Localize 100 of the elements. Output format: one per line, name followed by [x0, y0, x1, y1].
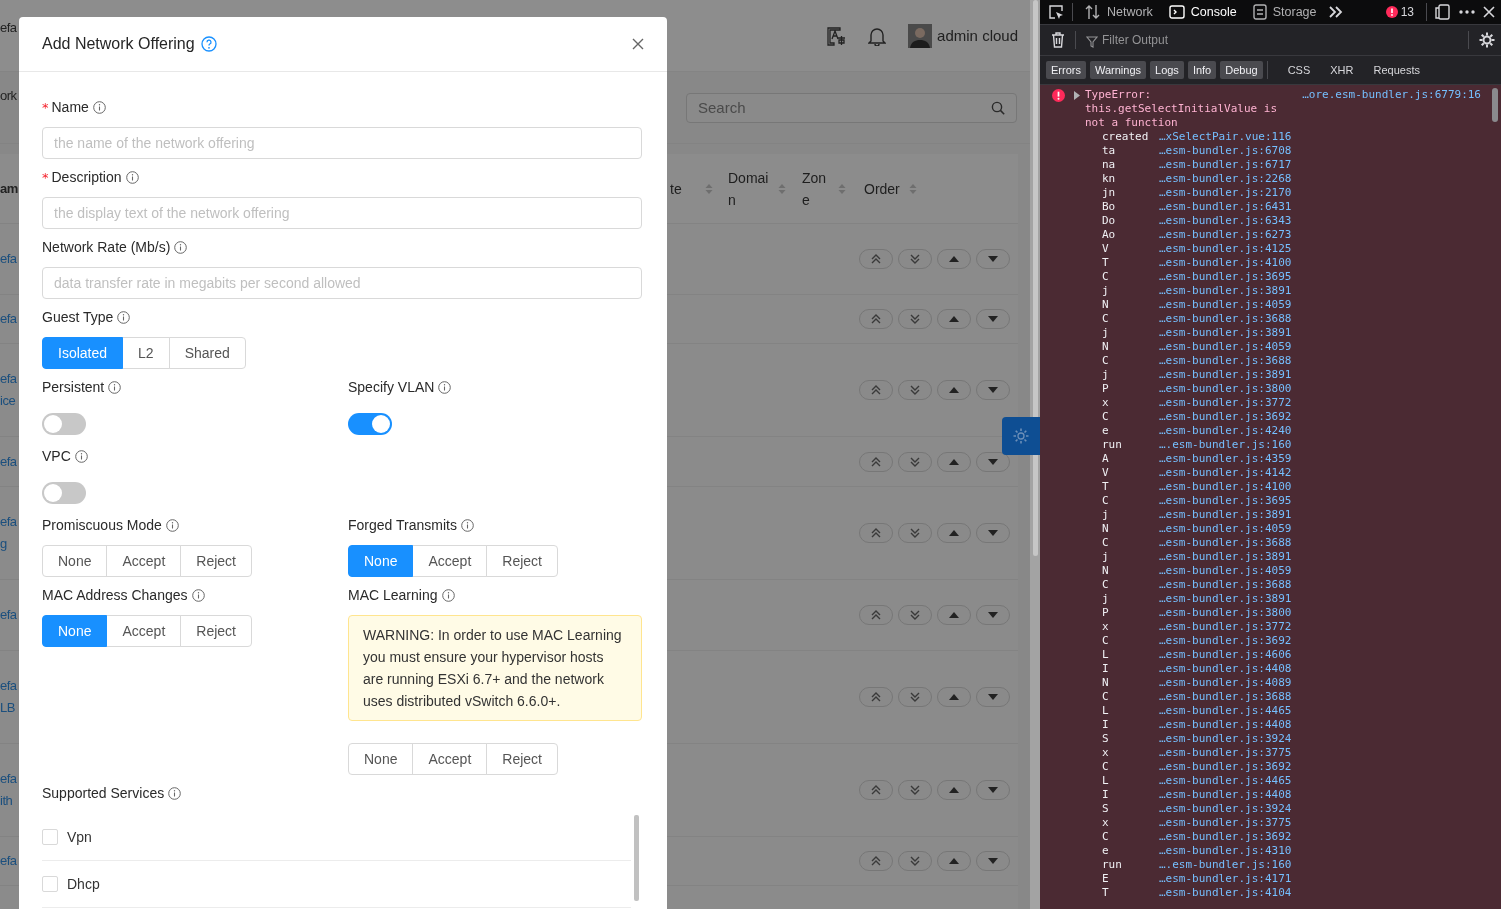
source-link[interactable]: …esm-bundler.js:4059 [1159, 564, 1292, 578]
source-link[interactable]: …esm-bundler.js:3924 [1159, 802, 1292, 816]
column-header[interactable]: Order [864, 177, 900, 200]
source-link[interactable]: …esm-bundler.js:6343 [1159, 214, 1292, 228]
scrollbar[interactable] [634, 815, 639, 901]
source-link[interactable]: …esm-bundler.js:4606 [1159, 648, 1292, 662]
move-down-button[interactable] [976, 249, 1010, 269]
scrollbar[interactable] [1033, 0, 1038, 556]
source-link[interactable]: …esm-bundler.js:6717 [1159, 158, 1292, 172]
source-link[interactable]: …esm-bundler.js:4100 [1159, 480, 1292, 494]
radio-button[interactable]: Accept [106, 615, 182, 647]
info-icon[interactable] [460, 518, 474, 532]
source-link[interactable]: …esm-bundler.js:4125 [1159, 242, 1292, 256]
radio-button[interactable]: Shared [168, 337, 246, 369]
filter-toggle[interactable]: CSS [1279, 61, 1319, 79]
expand-arrow-icon[interactable] [1074, 91, 1080, 100]
move-top-button[interactable] [859, 523, 893, 543]
error-count[interactable]: 13 [1385, 5, 1414, 19]
trash-icon[interactable] [1051, 32, 1065, 48]
move-top-button[interactable] [859, 605, 893, 625]
source-link[interactable]: ….esm-bundler.js:160 [1159, 438, 1292, 452]
checkbox[interactable] [42, 876, 58, 892]
info-icon[interactable] [168, 786, 182, 800]
move-bottom-button[interactable] [898, 249, 932, 269]
toggle-switch[interactable] [348, 413, 392, 435]
source-link[interactable]: …esm-bundler.js:3891 [1159, 592, 1292, 606]
source-link[interactable]: …esm-bundler.js:3695 [1159, 270, 1292, 284]
radio-button[interactable]: None [348, 743, 414, 775]
source-link[interactable]: ….esm-bundler.js:160 [1159, 858, 1292, 872]
source-link[interactable]: …esm-bundler.js:4240 [1159, 424, 1292, 438]
source-link[interactable]: …esm-bundler.js:3688 [1159, 312, 1292, 326]
source-link[interactable]: …esm-bundler.js:6431 [1159, 200, 1292, 214]
source-link[interactable]: …esm-bundler.js:4465 [1159, 774, 1292, 788]
move-top-button[interactable] [859, 249, 893, 269]
source-link[interactable]: …esm-bundler.js:6708 [1159, 144, 1292, 158]
move-bottom-button[interactable] [898, 687, 932, 707]
filter-field[interactable]: Filter Output [1086, 31, 1458, 49]
filter-toggle[interactable]: Debug [1220, 61, 1263, 79]
source-link[interactable]: …esm-bundler.js:6273 [1159, 228, 1292, 242]
source-link[interactable]: …esm-bundler.js:3775 [1159, 816, 1292, 830]
move-up-button[interactable] [937, 605, 971, 625]
source-link[interactable]: …esm-bundler.js:3891 [1159, 508, 1292, 522]
radio-button[interactable]: L2 [122, 337, 170, 369]
move-down-button[interactable] [976, 687, 1010, 707]
devtools-tab[interactable]: Storage [1248, 0, 1321, 24]
move-down-button[interactable] [976, 851, 1010, 871]
source-link[interactable]: …esm-bundler.js:3800 [1159, 606, 1292, 620]
source-link[interactable]: …esm-bundler.js:3688 [1159, 354, 1292, 368]
radio-button[interactable]: Accept [412, 545, 488, 577]
source-link[interactable]: …esm-bundler.js:4171 [1159, 872, 1292, 886]
info-icon[interactable] [117, 310, 131, 324]
move-up-button[interactable] [937, 249, 971, 269]
responsive-design-icon[interactable] [1435, 4, 1451, 20]
info-icon[interactable] [125, 170, 139, 184]
source-link[interactable]: …esm-bundler.js:3924 [1159, 732, 1292, 746]
source-link[interactable]: …esm-bundler.js:4408 [1159, 662, 1292, 676]
source-link[interactable]: …esm-bundler.js:4059 [1159, 522, 1292, 536]
search-icon[interactable] [991, 100, 1005, 115]
toggle-switch[interactable] [42, 482, 86, 504]
filter-toggle[interactable]: Logs [1150, 61, 1184, 79]
move-top-button[interactable] [859, 687, 893, 707]
source-link[interactable]: …esm-bundler.js:2170 [1159, 186, 1292, 200]
info-icon[interactable] [441, 588, 455, 602]
radio-button[interactable]: None [42, 545, 108, 577]
info-icon[interactable] [74, 449, 88, 463]
source-link[interactable]: …xSelectPair.vue:116 [1159, 130, 1292, 144]
column-header[interactable]: te [670, 177, 698, 200]
move-up-button[interactable] [937, 523, 971, 543]
translate-icon[interactable] [826, 25, 847, 46]
move-bottom-button[interactable] [898, 451, 932, 472]
bell-icon[interactable] [868, 25, 887, 46]
move-bottom-button[interactable] [898, 780, 932, 800]
radio-button[interactable]: Reject [180, 545, 252, 577]
move-up-button[interactable] [937, 780, 971, 800]
source-link[interactable]: …esm-bundler.js:4408 [1159, 718, 1292, 732]
source-link[interactable]: …esm-bundler.js:3692 [1159, 410, 1292, 424]
radio-button[interactable]: Accept [106, 545, 182, 577]
move-top-button[interactable] [859, 780, 893, 800]
filter-toggle[interactable]: Info [1187, 61, 1217, 79]
move-up-button[interactable] [937, 451, 971, 472]
move-bottom-button[interactable] [898, 380, 932, 400]
more-icon[interactable] [1459, 10, 1475, 14]
source-link[interactable]: …esm-bundler.js:3891 [1159, 326, 1292, 340]
info-icon[interactable] [92, 100, 106, 114]
filter-toggle[interactable]: Requests [1365, 61, 1428, 79]
source-link[interactable]: …esm-bundler.js:3891 [1159, 550, 1292, 564]
scrollbar[interactable] [1492, 88, 1498, 122]
source-link[interactable]: …esm-bundler.js:4104 [1159, 886, 1292, 900]
source-link[interactable]: …esm-bundler.js:3692 [1159, 634, 1292, 648]
checkbox[interactable] [42, 829, 58, 845]
source-link[interactable]: …esm-bundler.js:3688 [1159, 690, 1292, 704]
move-up-button[interactable] [937, 687, 971, 707]
source-link[interactable]: …esm-bundler.js:3692 [1159, 830, 1292, 844]
search-field[interactable]: Search [686, 92, 1017, 123]
source-link[interactable]: …esm-bundler.js:4465 [1159, 704, 1292, 718]
radio-button[interactable]: Reject [180, 615, 252, 647]
pick-element-icon[interactable] [1048, 4, 1064, 20]
move-up-button[interactable] [937, 380, 971, 400]
move-down-button[interactable] [976, 523, 1010, 543]
filter-toggle[interactable]: XHR [1322, 61, 1362, 79]
